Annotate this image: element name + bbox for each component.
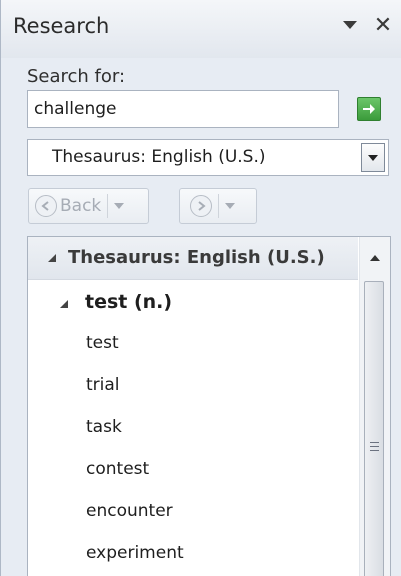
synonym-item[interactable]: experiment: [86, 543, 184, 563]
triangle-down-icon: [343, 21, 357, 29]
close-pane-button[interactable]: ✕: [371, 12, 395, 38]
back-arrow-icon: [35, 195, 57, 217]
forward-history-dropdown-icon[interactable]: [225, 203, 235, 209]
synonym-item[interactable]: test: [86, 333, 119, 353]
results-scrollbar[interactable]: [359, 237, 390, 576]
pane-titlebar: Research ✕: [1, 0, 401, 58]
green-arrow-right-icon: [363, 104, 375, 114]
synonym-item[interactable]: task: [86, 417, 122, 437]
research-pane: Research ✕ Search for: Thesaurus: Englis…: [0, 0, 401, 576]
pane-title: Research: [13, 14, 110, 38]
results-header[interactable]: Thesaurus: English (U.S.): [28, 237, 358, 280]
back-history-dropdown-icon[interactable]: [114, 203, 125, 209]
source-dropdown-button[interactable]: [361, 143, 385, 172]
pane-options-button[interactable]: [338, 12, 362, 38]
research-source-value: Thesaurus: English (U.S.): [52, 147, 266, 167]
close-icon: ✕: [373, 12, 393, 38]
synonym-item[interactable]: encounter: [86, 501, 173, 521]
search-label: Search for:: [27, 66, 126, 87]
results-panel: Thesaurus: English (U.S.) test (n.) test…: [27, 236, 391, 576]
collapse-triangle-icon[interactable]: [60, 300, 68, 308]
chevron-down-icon: [368, 154, 378, 161]
forward-button-separator: [218, 194, 219, 218]
scroll-thumb[interactable]: [364, 281, 384, 576]
forward-button[interactable]: [179, 188, 257, 224]
back-button[interactable]: Back: [28, 188, 149, 224]
start-search-button[interactable]: [357, 97, 381, 121]
research-source-select[interactable]: Thesaurus: English (U.S.): [27, 139, 389, 176]
collapse-triangle-icon[interactable]: [48, 254, 56, 262]
entry-heading[interactable]: test (n.): [85, 291, 172, 313]
back-button-separator: [107, 194, 109, 218]
back-label: Back: [60, 196, 102, 216]
results-source-heading: Thesaurus: English (U.S.): [68, 247, 325, 268]
synonym-item[interactable]: contest: [86, 459, 149, 479]
grip-line: [370, 442, 379, 443]
synonym-item[interactable]: trial: [86, 375, 120, 395]
forward-arrow-icon: [190, 195, 212, 217]
grip-line: [370, 446, 379, 447]
scroll-up-icon[interactable]: [370, 255, 380, 261]
search-input[interactable]: [27, 90, 339, 128]
grip-line: [370, 450, 379, 451]
